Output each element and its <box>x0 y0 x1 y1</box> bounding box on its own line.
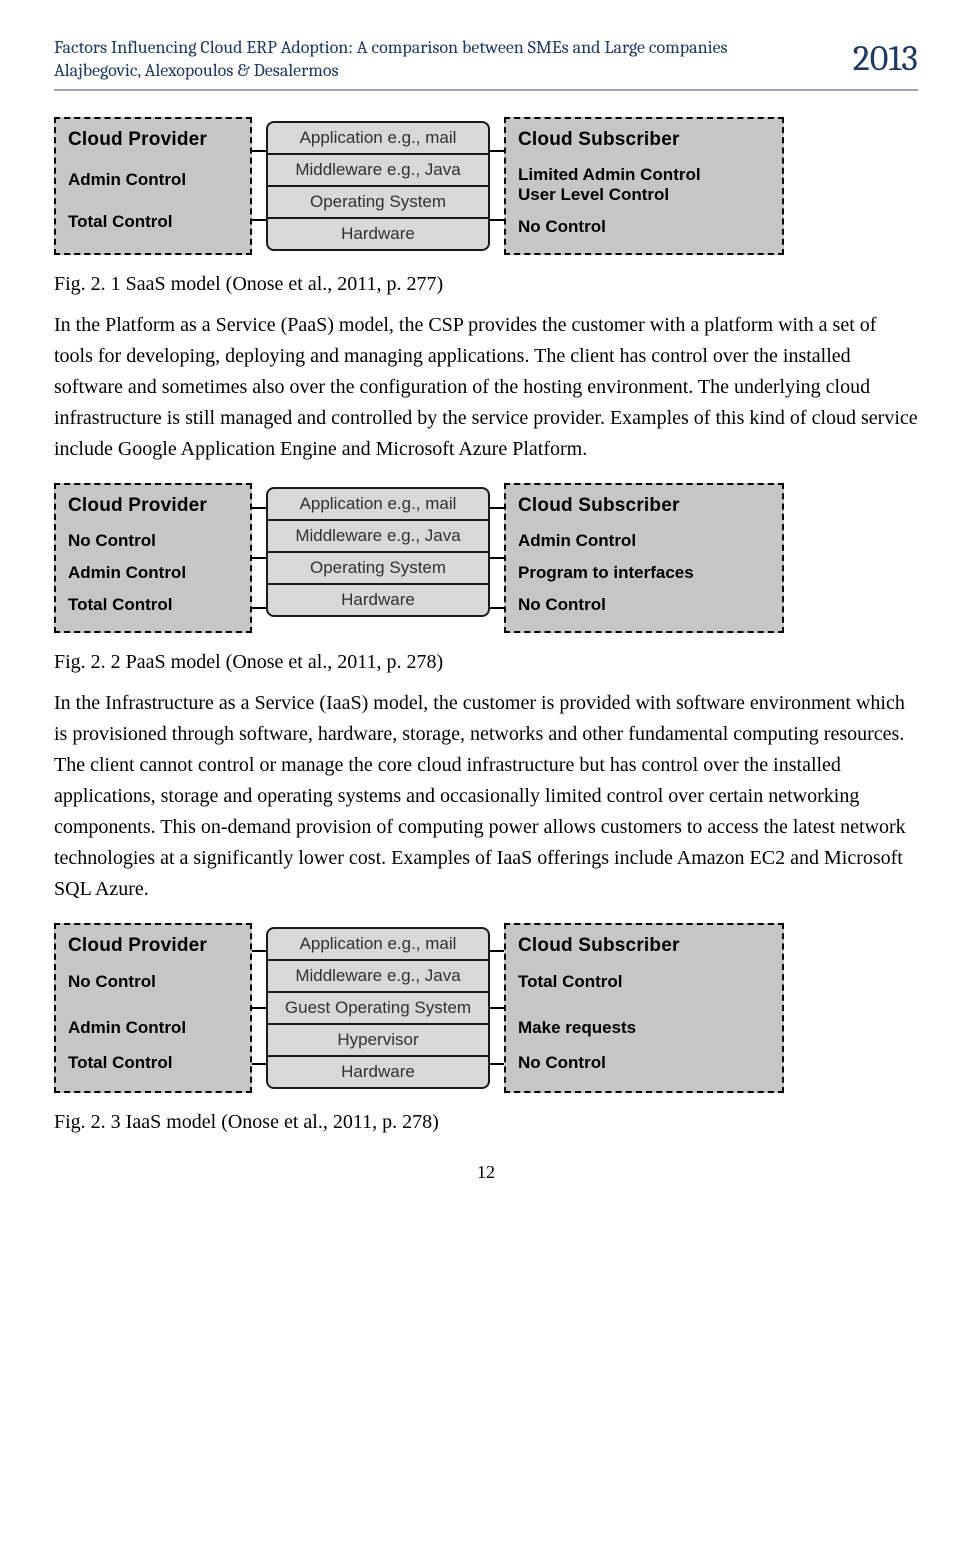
paas-stack: Application e.g., mail Middleware e.g., … <box>266 483 490 633</box>
page-number: 12 <box>54 1162 918 1183</box>
saas-stack-0: Application e.g., mail <box>266 121 490 155</box>
saas-stack-3: Hardware <box>266 217 490 251</box>
iaas-provider-title: Cloud Provider <box>68 935 238 957</box>
iaas-stack-2: Guest Operating System <box>266 991 490 1025</box>
paragraph-iaas-desc: In the Infrastructure as a Service (IaaS… <box>54 688 918 905</box>
paas-left-connectors <box>252 483 266 633</box>
saas-subscriber-title: Cloud Subscriber <box>518 129 770 151</box>
iaas-provider-box: Cloud Provider No Control Admin Control … <box>54 923 252 1093</box>
header-title-line1: Factors Influencing Cloud ERP Adoption: … <box>54 36 841 59</box>
saas-right-row0: Limited Admin Control User Level Control <box>518 159 770 211</box>
iaas-right-row2: No Control <box>518 1047 770 1079</box>
paragraph-paas-desc: In the Platform as a Service (PaaS) mode… <box>54 310 918 465</box>
iaas-left-row2: Total Control <box>68 1047 238 1079</box>
iaas-left-row0: No Control <box>68 966 238 998</box>
iaas-stack-1: Middleware e.g., Java <box>266 959 490 993</box>
paas-stack-0: Application e.g., mail <box>266 487 490 521</box>
iaas-stack: Application e.g., mail Middleware e.g., … <box>266 923 490 1093</box>
paas-right-row0: Admin Control <box>518 525 770 557</box>
paas-stack-2: Operating System <box>266 551 490 585</box>
paas-right-row2: No Control <box>518 589 770 621</box>
saas-provider-title: Cloud Provider <box>68 129 238 151</box>
paas-subscriber-box: Cloud Subscriber Admin Control Program t… <box>504 483 784 633</box>
iaas-right-row1: Make requests <box>518 1012 770 1044</box>
saas-stack: Application e.g., mail Middleware e.g., … <box>266 117 490 255</box>
header-divider <box>54 89 918 91</box>
page-header: Factors Influencing Cloud ERP Adoption: … <box>54 36 918 83</box>
caption-iaas: Fig. 2. 3 IaaS model (Onose et al., 2011… <box>54 1111 918 1134</box>
paas-right-row1: Program to interfaces <box>518 557 770 589</box>
paas-subscriber-title: Cloud Subscriber <box>518 495 770 517</box>
iaas-stack-4: Hardware <box>266 1055 490 1089</box>
iaas-subscriber-title: Cloud Subscriber <box>518 935 770 957</box>
iaas-left-row1: Admin Control <box>68 1012 238 1044</box>
saas-provider-box: Cloud Provider Admin Control Total Contr… <box>54 117 252 255</box>
iaas-right-connectors <box>490 923 504 1093</box>
iaas-left-connectors <box>252 923 266 1093</box>
header-title-block: Factors Influencing Cloud ERP Adoption: … <box>54 36 841 83</box>
caption-paas: Fig. 2. 2 PaaS model (Onose et al., 2011… <box>54 651 918 674</box>
saas-left-connectors <box>252 117 266 255</box>
paas-left-row0: No Control <box>68 525 238 557</box>
diagram-paas: Cloud Provider No Control Admin Control … <box>54 483 918 633</box>
paas-left-row1: Admin Control <box>68 557 238 589</box>
iaas-right-row0: Total Control <box>518 966 770 998</box>
paas-stack-3: Hardware <box>266 583 490 617</box>
saas-right-connectors <box>490 117 504 255</box>
header-year: 2013 <box>853 36 918 79</box>
saas-right-row1: No Control <box>518 211 770 243</box>
diagram-saas: Cloud Provider Admin Control Total Contr… <box>54 117 918 255</box>
paas-provider-box: Cloud Provider No Control Admin Control … <box>54 483 252 633</box>
iaas-subscriber-box: Cloud Subscriber Total Control Make requ… <box>504 923 784 1093</box>
paas-provider-title: Cloud Provider <box>68 495 238 517</box>
iaas-stack-3: Hypervisor <box>266 1023 490 1057</box>
saas-subscriber-box: Cloud Subscriber Limited Admin Control U… <box>504 117 784 255</box>
diagram-iaas: Cloud Provider No Control Admin Control … <box>54 923 918 1093</box>
iaas-stack-0: Application e.g., mail <box>266 927 490 961</box>
paas-left-row2: Total Control <box>68 589 238 621</box>
paas-stack-1: Middleware e.g., Java <box>266 519 490 553</box>
saas-left-row0: Admin Control <box>68 164 238 196</box>
saas-left-row1: Total Control <box>68 206 238 238</box>
paas-right-connectors <box>490 483 504 633</box>
saas-stack-2: Operating System <box>266 185 490 219</box>
caption-saas: Fig. 2. 1 SaaS model (Onose et al., 2011… <box>54 273 918 296</box>
saas-stack-1: Middleware e.g., Java <box>266 153 490 187</box>
header-title-line2: Alajbegovic, Alexopoulos & Desalermos <box>54 59 841 82</box>
